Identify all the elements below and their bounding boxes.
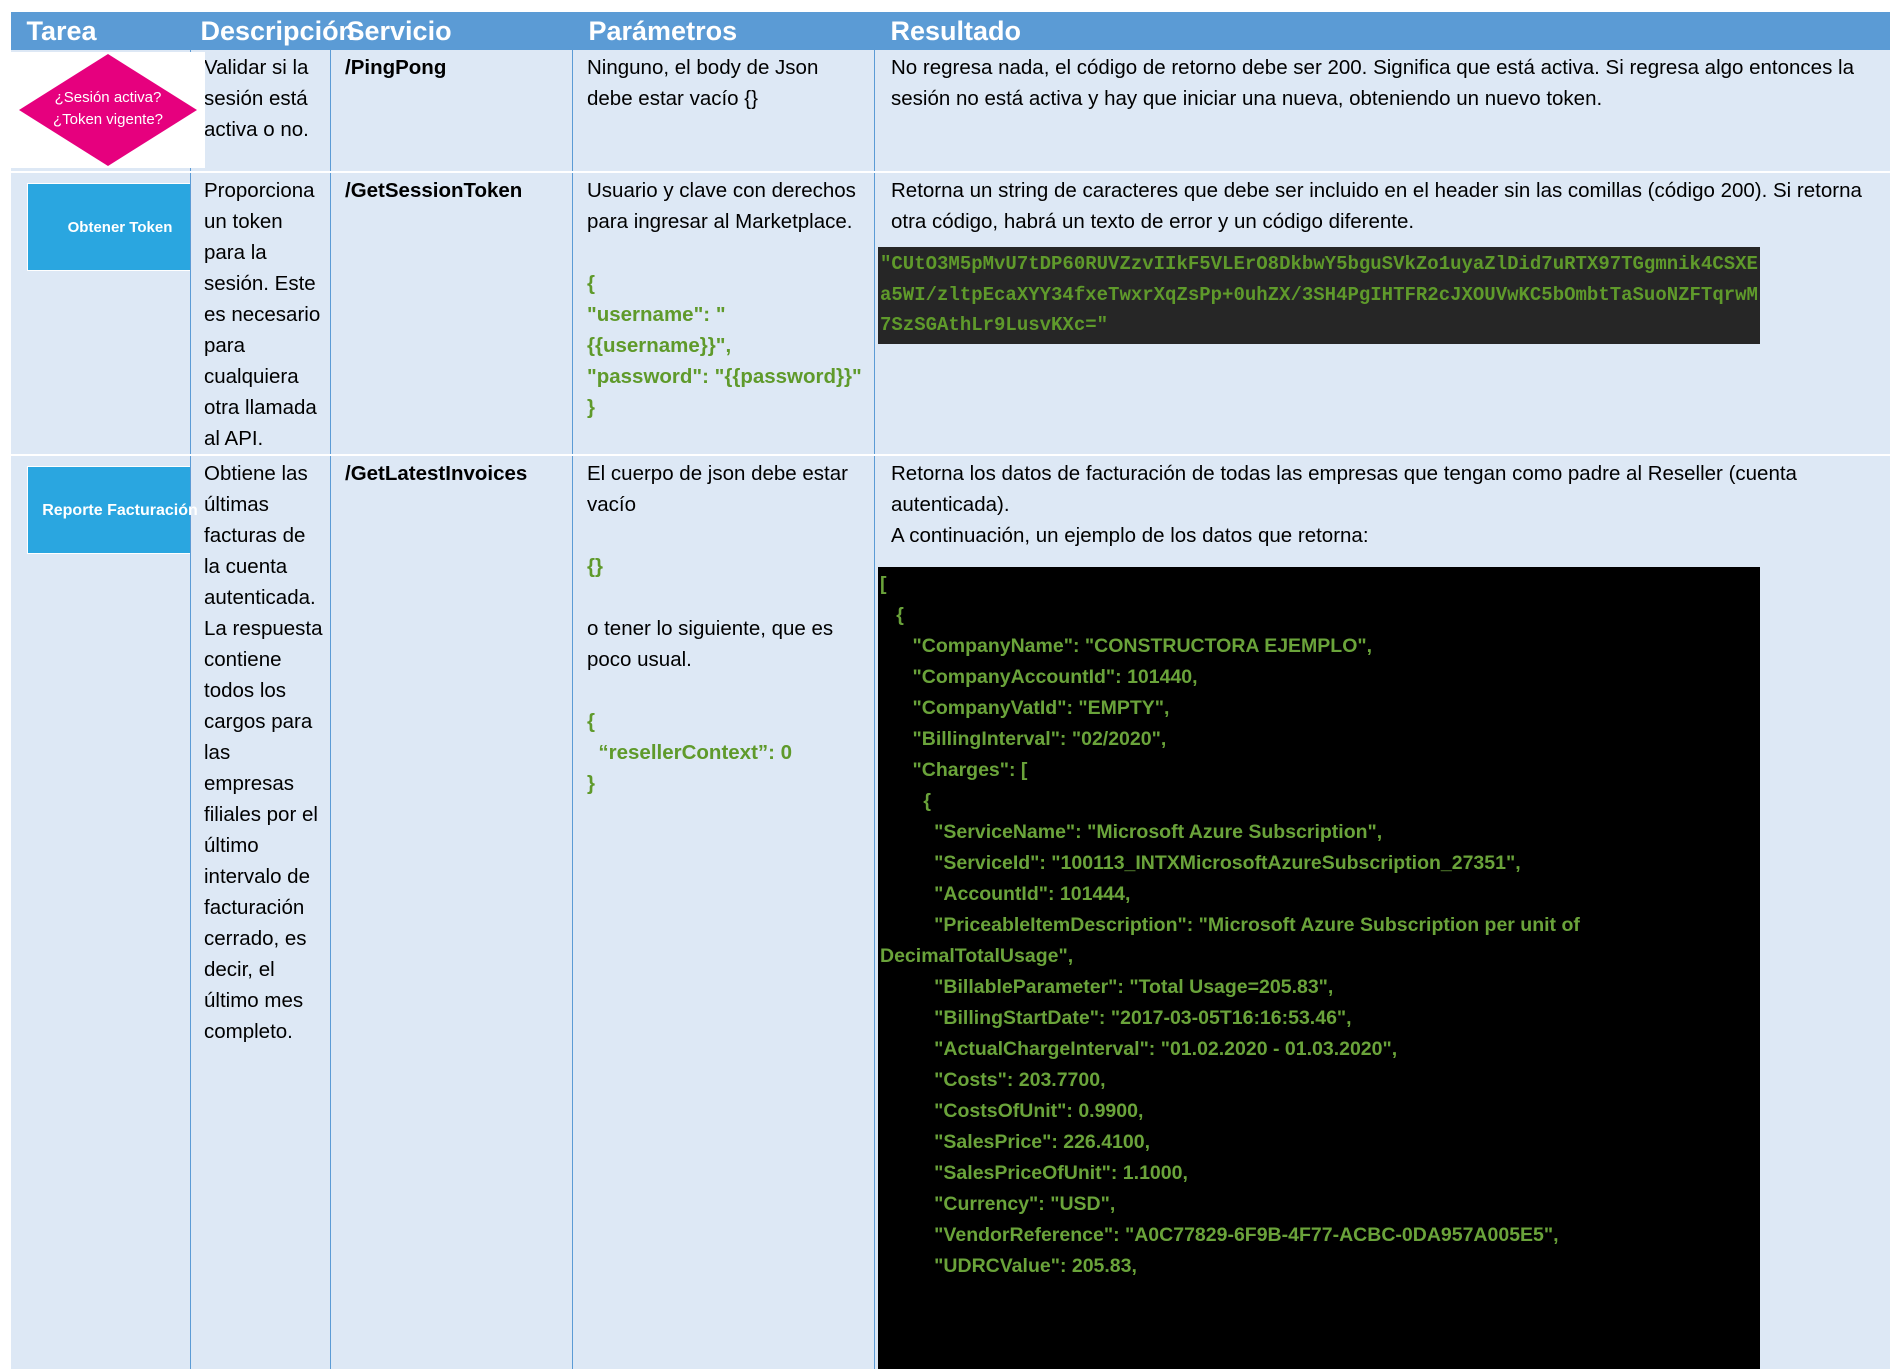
params-code-line: } [587, 392, 868, 423]
json-line: "Currency": "USD", [880, 1189, 1760, 1220]
header-tarea: Tarea [11, 12, 191, 50]
json-line: "BillingInterval": "02/2020", [880, 724, 1760, 755]
json-line: [ [880, 569, 1760, 600]
json-line: "CompanyName": "CONSTRUCTORA EJEMPLO", [880, 631, 1760, 662]
diamond-line2: ¿Token vigente? [53, 111, 163, 128]
diamond-shape: ¿Sesión activa? ¿Token vigente? [11, 52, 205, 168]
params-cell: El cuerpo de json debe estar vacío {} o … [573, 455, 875, 1369]
billing-report-box: Reporte Facturación [27, 466, 213, 554]
result-text-2: A continuación, un ejemplo de los datos … [891, 520, 1890, 551]
header-resultado: Resultado [875, 12, 1890, 50]
token-code-block: "CUtO3M5pMvU7tDP60RUVZzvIIkF5VLErO8DkbwY… [878, 247, 1760, 344]
result-cell: Retorna los datos de facturación de toda… [875, 455, 1890, 1369]
result-text: Retorna los datos de facturación de toda… [891, 458, 1890, 520]
json-line: "Costs": 203.7700, [880, 1065, 1760, 1096]
session-check-diamond: ¿Sesión activa? ¿Token vigente? [11, 52, 205, 168]
json-line: "ServiceName": "Microsoft Azure Subscrip… [880, 817, 1760, 848]
api-table: Tarea Descripción Servicio Parámetros Re… [10, 12, 1890, 1369]
json-line: "BillingStartDate": "2017-03-05T16:16:53… [880, 1003, 1760, 1034]
json-line: "CostsOfUnit": 0.9900, [880, 1096, 1760, 1127]
api-table-wrapper: Tarea Descripción Servicio Parámetros Re… [10, 12, 1890, 1369]
obtain-token-box: Obtener Token [27, 183, 213, 271]
result-text: Retorna un string de caracteres que debe… [891, 175, 1890, 237]
header-descripcion: Descripción [191, 12, 331, 50]
json-line: "CompanyAccountId": 101440, [880, 662, 1760, 693]
json-line: "UDRCValue": 205.83, [880, 1251, 1760, 1282]
json-example-block: [ { "CompanyName": "CONSTRUCTORA EJEMPLO… [878, 567, 1760, 1369]
table-row: Reporte Facturación Obtiene las últimas … [11, 455, 1890, 1369]
json-line: "CompanyVatId": "EMPTY", [880, 693, 1760, 724]
description-cell: Proporciona un token para la sesión. Est… [191, 172, 331, 455]
json-line: "AccountId": 101444, [880, 879, 1760, 910]
json-line: "PriceableItemDescription": "Microsoft A… [880, 910, 1760, 941]
header-row: Tarea Descripción Servicio Parámetros Re… [11, 12, 1890, 50]
json-line: "Charges": [ [880, 755, 1760, 786]
json-line: "ActualChargeInterval": "01.02.2020 - 01… [880, 1034, 1760, 1065]
service-cell: /GetLatestInvoices [331, 455, 573, 1369]
params-code-line: "username": "{{username}}", [587, 299, 868, 361]
task-cell: Reporte Facturación [11, 455, 191, 1369]
json-line: "SalesPrice": 226.4100, [880, 1127, 1760, 1158]
json-line: "BillableParameter": "Total Usage=205.83… [880, 972, 1760, 1003]
params-code-line: { [587, 268, 868, 299]
json-line: { [880, 786, 1760, 817]
json-line: { [880, 600, 1760, 631]
params-code-line: "password": "{{password}}" [587, 361, 868, 392]
diamond-line1: ¿Sesión activa? [55, 89, 162, 106]
params-cell: Usuario y clave con derechos para ingres… [573, 172, 875, 455]
table-row: ¿Sesión activa? ¿Token vigente? Validar … [11, 50, 1890, 172]
result-cell: Retorna un string de caracteres que debe… [875, 172, 1890, 455]
service-cell: /GetSessionToken [331, 172, 573, 455]
table-row: Obtener Token Proporciona un token para … [11, 172, 1890, 455]
json-line: "VendorReference": "A0C77829-6F9B-4F77-A… [880, 1220, 1760, 1251]
service-cell: /PingPong [331, 50, 573, 172]
task-cell: Obtener Token [11, 172, 191, 455]
params-text: Usuario y clave con derechos para ingres… [587, 175, 868, 237]
params-cell: Ninguno, el body de Json debe estar vací… [573, 50, 875, 172]
json-line: DecimalTotalUsage", [880, 941, 1760, 972]
description-cell: Obtiene las últimas facturas de la cuent… [191, 455, 331, 1369]
params-text: El cuerpo de json debe estar vacío [587, 458, 868, 520]
json-line: "SalesPriceOfUnit": 1.1000, [880, 1158, 1760, 1189]
header-parametros: Parámetros [573, 12, 875, 50]
description-cell: Validar si la sesión está activa o no. [191, 50, 331, 172]
params-code-line: } [587, 768, 868, 799]
json-line: "ServiceId": "100113_INTXMicrosoftAzureS… [880, 848, 1760, 879]
header-servicio: Servicio [331, 12, 573, 50]
params-code-line: “resellerContext”: 0 [587, 737, 868, 768]
params-code-line: { [587, 706, 868, 737]
params-code-line: {} [587, 551, 868, 582]
task-cell: ¿Sesión activa? ¿Token vigente? [11, 50, 191, 172]
params-text-2: o tener lo siguiente, que es poco usual. [587, 613, 868, 675]
result-cell: No regresa nada, el código de retorno de… [875, 50, 1890, 172]
